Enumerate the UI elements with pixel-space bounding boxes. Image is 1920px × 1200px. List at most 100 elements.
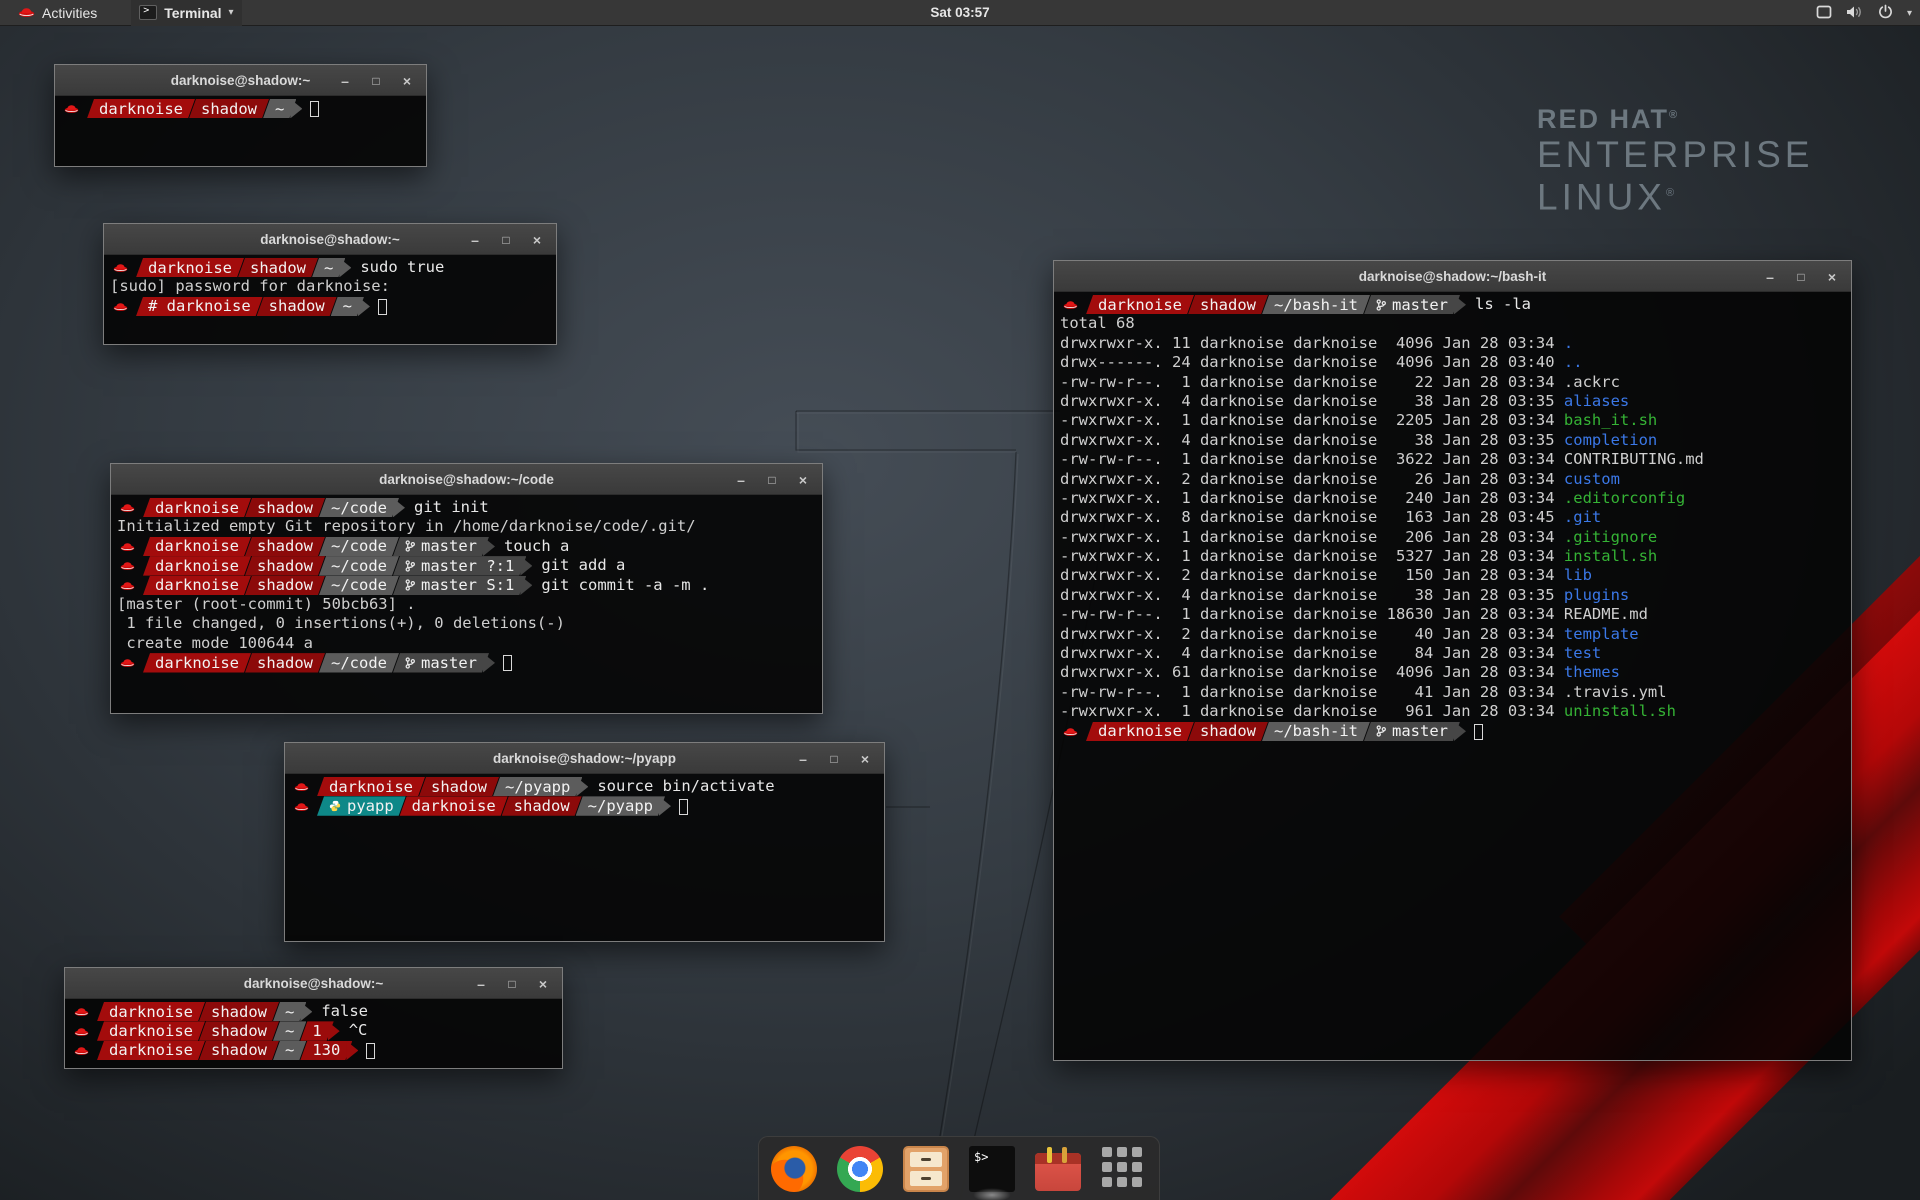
terminal-text: drwxrwxr-x. 2 darknoise darknoise 150 Ja… [1060,566,1564,585]
app-menu-terminal[interactable]: Terminal ▾ [131,0,241,26]
terminal-text: drwxrwxr-x. 4 darknoise darknoise 38 Jan… [1060,586,1564,605]
maximize-button[interactable]: □ [765,473,779,487]
maximize-button[interactable]: □ [499,233,513,247]
terminal-text: -rwxrwxr-x. 1 darknoise darknoise 5327 J… [1060,547,1564,566]
prompt-segment-user: darknoise [97,1041,205,1060]
terminal-window-home-1[interactable]: darknoise@shadow:~ –□× darknoiseshadow~ [54,64,427,167]
terminal-line: drwxrwxr-x. 61 darknoise darknoise 4096 … [1060,663,1851,682]
minimize-button[interactable]: – [468,233,482,247]
minimize-button[interactable]: – [796,752,810,766]
powerline-arrow [339,258,351,277]
registered-mark: ® [1666,187,1678,199]
maximize-button[interactable]: □ [1794,270,1808,284]
terminal-line: drwxrwxr-x. 2 darknoise darknoise 40 Jan… [1060,625,1851,644]
dock-app-grid-button[interactable] [1101,1146,1147,1192]
redhat-icon [117,498,143,517]
window-title: darknoise@shadow:~ [260,232,400,247]
minimize-button[interactable]: – [474,977,488,991]
powerline-arrow [358,297,370,316]
terminal-text: completion [1564,431,1657,450]
terminal-content[interactable]: darknoiseshadow~sudo true[sudo] password… [104,255,556,344]
titlebar[interactable]: darknoise@shadow:~/bash-it – □ × [1054,261,1851,292]
terminal-text: 1 file changed, 0 insertions(+), 0 delet… [117,614,565,633]
terminal-window-sudo[interactable]: darknoise@shadow:~ – □ × darknoiseshadow~s… [103,223,557,345]
dock-terminal-button[interactable]: $> [969,1146,1015,1192]
dock-files-button[interactable] [903,1146,949,1192]
close-button[interactable]: × [536,977,550,991]
registered-mark: ® [1669,109,1679,121]
terminal-line: darknoiseshadow~130 [71,1041,562,1060]
minimize-button[interactable]: – [734,473,748,487]
maximize-button[interactable]: □ [505,977,519,991]
terminal-text: -rw-rw-r--. 1 darknoise darknoise 41 Jan… [1060,683,1667,702]
prompt-segment-host: shadow [245,498,325,517]
titlebar[interactable]: darknoise@shadow:~/code –□× [111,464,822,495]
dock: $> [758,1136,1160,1200]
terminal-window-code[interactable]: darknoise@shadow:~/code –□× darknoisesha… [110,463,823,714]
terminal-line: darknoiseshadow~/codegit init [117,498,822,517]
terminal-content[interactable]: darknoiseshadow~ [55,96,426,166]
terminal-cursor [378,299,387,315]
terminal-line: [master (root-commit) 50bcb63] . [117,595,822,614]
prompt-segment-host: shadow [502,796,582,815]
terminal-text: -rw-rw-r--. 1 darknoise darknoise 18630 … [1060,605,1648,624]
minimize-button[interactable]: – [338,74,352,88]
close-button[interactable]: × [530,233,544,247]
prompt-segment-host: shadow [1188,295,1268,314]
titlebar[interactable]: darknoise@shadow:~ –□× [55,65,426,96]
prompt-segment-dir: ~/pyapp [493,777,582,796]
dock-chrome-button[interactable] [837,1146,883,1192]
activities-button[interactable]: Activities [10,0,105,26]
prompt-segment-git: master [1364,722,1460,741]
terminal-content[interactable]: darknoiseshadow~/bash-itmasterls -latota… [1054,292,1851,1060]
terminal-window-pyapp[interactable]: darknoise@shadow:~/pyapp –□× darknoisesh… [284,742,885,942]
close-button[interactable]: × [1825,270,1839,284]
close-button[interactable]: × [796,473,810,487]
prompt-segment-host: shadow [245,556,325,575]
maximize-button[interactable]: □ [369,74,383,88]
clock[interactable]: Sat 03:57 [930,5,989,20]
terminal-line: darknoiseshadow~1^C [71,1021,562,1040]
terminal-content[interactable]: darknoiseshadow~/codegit initInitialized… [111,495,822,713]
terminal-text: ls -la [1466,295,1531,314]
window-title: darknoise@shadow:~/bash-it [1359,269,1547,284]
powerline-arrow [520,576,532,595]
titlebar[interactable]: darknoise@shadow:~ –□× [65,968,562,999]
prompt-segment-user: darknoise [317,777,425,796]
terminal-line: darknoiseshadow~/bash-itmasterls -la [1060,295,1851,314]
terminal-line: drwxrwxr-x. 8 darknoise darknoise 163 Ja… [1060,508,1851,527]
terminal-line: darknoiseshadow~/bash-itmaster [1060,722,1851,741]
terminal-content[interactable]: darknoiseshadow~/pyappsource bin/activat… [285,774,884,941]
titlebar[interactable]: darknoise@shadow:~/pyapp –□× [285,743,884,774]
redhat-icon [1060,295,1086,314]
terminal-line: darknoiseshadow~/codemastertouch a [117,537,822,556]
prompt-segment-user: darknoise [143,576,251,595]
terminal-line: drwxrwxr-x. 4 darknoise darknoise 38 Jan… [1060,392,1851,411]
maximize-button[interactable]: □ [827,752,841,766]
redhat-icon [110,297,136,316]
terminal-text: aliases [1564,392,1629,411]
terminal-text: themes [1564,663,1620,682]
system-status-area[interactable]: ▾ [1816,0,1912,26]
terminal-text: drwxrwxr-x. 61 darknoise darknoise 4096 … [1060,663,1564,682]
terminal-text: -rwxrwxr-x. 1 darknoise darknoise 240 Ja… [1060,489,1564,508]
terminal-content[interactable]: darknoiseshadow~falsedarknoiseshadow~1^C… [65,999,562,1068]
close-button[interactable]: × [858,752,872,766]
terminal-window-home-2[interactable]: darknoise@shadow:~ –□× darknoiseshadow~f… [64,967,563,1069]
terminal-text: touch a [495,537,569,556]
terminal-text: test [1564,644,1601,663]
terminal-window-bash-it[interactable]: darknoise@shadow:~/bash-it – □ × darknoise… [1053,260,1852,1061]
titlebar[interactable]: darknoise@shadow:~ – □ × [104,224,556,255]
prompt-segment-dir: ~/bash-it [1262,722,1370,741]
dock-firefox-button[interactable] [771,1146,817,1192]
terminal-text: -rwxrwxr-x. 1 darknoise darknoise 206 Ja… [1060,528,1564,547]
terminal-line: pyappdarknoiseshadow~/pyapp [291,796,884,815]
close-button[interactable]: × [400,74,414,88]
dock-toolbox-button[interactable] [1035,1146,1081,1192]
terminal-text: Initialized empty Git repository in /hom… [117,517,696,536]
minimize-button[interactable]: – [1763,270,1777,284]
prompt-segment-host: shadow [189,99,269,118]
powerline-arrow [483,653,495,672]
chevron-down-icon: ▾ [1907,8,1912,19]
prompt-segment-user: darknoise [1086,295,1194,314]
